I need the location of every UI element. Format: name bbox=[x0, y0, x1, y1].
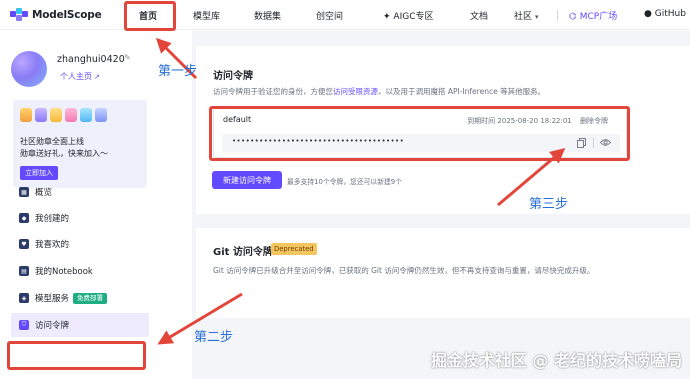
token-meta: 到期时间 2025-08-20 18:22:01 删除令牌 bbox=[467, 116, 608, 126]
shield-icon: ⛉ bbox=[19, 320, 29, 330]
token-expire-time: 到期时间 2025-08-20 18:22:01 bbox=[467, 117, 572, 125]
delete-token-link[interactable]: 删除令牌 bbox=[580, 117, 608, 125]
logo[interactable]: ModelScope bbox=[10, 8, 102, 21]
new-token-button[interactable]: 新建访问令牌 bbox=[212, 171, 282, 189]
sidebar-item-model-service[interactable]: ◈ 模型服务 免费部署 bbox=[11, 286, 149, 310]
nav-studios[interactable]: 创空间 bbox=[316, 9, 343, 22]
nav-community[interactable]: 社区 ▾ bbox=[514, 9, 539, 22]
token-name: default bbox=[223, 115, 252, 124]
external-link-icon: ↗ bbox=[94, 73, 100, 81]
sidebar-item-label: 我的Notebook bbox=[35, 267, 93, 277]
badge-icon bbox=[35, 108, 47, 122]
deprecated-badge: Deprecated bbox=[271, 243, 317, 255]
sidebar-item-notebook[interactable]: ▤ 我的Notebook bbox=[11, 259, 149, 283]
nav-aigc-label: AIGC专区 bbox=[393, 12, 434, 22]
sidebar-item-label: 模型服务 bbox=[35, 294, 70, 304]
token-limit-note: 最多支持10个令牌，您还可以新建9个 bbox=[287, 178, 402, 186]
watermark: 掘金技术社区 @ 老纪的技术唠嗑局 bbox=[430, 351, 682, 370]
step1-label: 第一步 bbox=[158, 64, 198, 79]
promo-text: 社区勋章全面上线 勋章送好礼，快来加入～ bbox=[20, 136, 108, 160]
github-icon: ● bbox=[644, 9, 652, 19]
edit-icon[interactable]: ✎ bbox=[124, 53, 131, 62]
badge-icon bbox=[50, 108, 62, 122]
desc-pre: 访问令牌用于验证您的身份，方便您 bbox=[213, 87, 333, 96]
git-token-description: Git 访问令牌已升级合并至访问令牌，已获取的 Git 访问令牌仍然生效，但不再… bbox=[213, 266, 595, 275]
nav-mcp[interactable]: ⌬ MCP广场 bbox=[569, 9, 617, 22]
nav-community-label: 社区 bbox=[514, 12, 533, 22]
sparkle-icon: ✦ bbox=[383, 12, 391, 22]
badge-icon bbox=[95, 108, 107, 122]
created-icon: ◆ bbox=[19, 213, 29, 223]
sidebar-item-created[interactable]: ◆ 我创建的 bbox=[11, 206, 149, 230]
copy-icon[interactable] bbox=[577, 138, 586, 148]
sidebar-item-label: 访问令牌 bbox=[35, 321, 70, 331]
badge-icon bbox=[20, 108, 32, 122]
sidebar-item-label: 概览 bbox=[35, 188, 53, 198]
token-masked-value: •••••••••••••••••••••••••••••••••••••• bbox=[232, 137, 405, 145]
nav-models[interactable]: 模型库 bbox=[193, 9, 220, 22]
git-token-title: Git 访问令牌 bbox=[213, 247, 273, 258]
username: zhanghui0420 bbox=[57, 54, 125, 65]
avatar[interactable] bbox=[11, 51, 47, 87]
nav-divider bbox=[557, 10, 558, 21]
desc-post: ，以及用于调用魔搭 API-Inference 等其他服务。 bbox=[378, 87, 546, 96]
tokens-description: 访问令牌用于验证您的身份，方便您访问受限资源，以及用于调用魔搭 API-Infe… bbox=[213, 86, 545, 97]
nav-home[interactable]: 首页 bbox=[139, 9, 157, 22]
eye-icon[interactable] bbox=[600, 138, 611, 147]
token-value-field[interactable]: •••••••••••••••••••••••••••••••••••••• bbox=[222, 134, 620, 152]
restricted-resources-link[interactable]: 访问受限资源 bbox=[333, 87, 378, 96]
nav-mcp-label: MCP广场 bbox=[579, 12, 618, 22]
chevron-down-icon: ▾ bbox=[535, 13, 539, 21]
sidebar-item-liked[interactable]: ♥ 我喜欢的 bbox=[11, 232, 149, 256]
step2-label: 第二步 bbox=[194, 330, 234, 345]
homepage-label: 个人主页 bbox=[60, 72, 92, 81]
badge-promo-card: 社区勋章全面上线 勋章送好礼，快来加入～ 立即加入 bbox=[13, 100, 147, 188]
field-divider bbox=[593, 138, 594, 148]
sidebar-item-label: 我喜欢的 bbox=[35, 240, 70, 250]
token-item: default 到期时间 2025-08-20 18:22:01 删除令牌 ••… bbox=[213, 108, 627, 158]
homepage-link[interactable]: 个人主页 ↗ bbox=[60, 71, 100, 82]
mcp-icon: ⌬ bbox=[569, 12, 577, 22]
modelscope-logo-icon bbox=[10, 8, 28, 21]
sidebar-item-overview[interactable]: ▦ 概览 bbox=[11, 180, 149, 204]
page-title: 访问令牌 bbox=[213, 71, 253, 82]
notebook-icon: ▤ bbox=[19, 266, 29, 276]
promo-line-2: 勋章送好礼，快来加入～ bbox=[20, 149, 108, 158]
overview-icon: ▦ bbox=[19, 187, 29, 197]
promo-line-1: 社区勋章全面上线 bbox=[20, 137, 84, 146]
nav-aigc[interactable]: ✦ AIGC专区 bbox=[383, 9, 434, 22]
badge-icon bbox=[80, 108, 92, 122]
model-service-icon: ◈ bbox=[19, 293, 29, 303]
nav-github-label: GitHub bbox=[654, 9, 686, 19]
nav-datasets[interactable]: 数据集 bbox=[254, 9, 281, 22]
join-now-button[interactable]: 立即加入 bbox=[20, 166, 58, 180]
free-deploy-tag: 免费部署 bbox=[73, 292, 108, 304]
top-navbar: ModelScope 首页 模型库 数据集 创空间 ✦ AIGC专区 文档 社区… bbox=[0, 0, 690, 30]
step3-label: 第三步 bbox=[529, 197, 569, 212]
badge-icons bbox=[20, 108, 107, 122]
nav-github[interactable]: ● GitHub bbox=[644, 9, 686, 19]
sidebar-item-label: 我创建的 bbox=[35, 214, 70, 224]
heart-icon: ♥ bbox=[19, 239, 29, 249]
nav-docs[interactable]: 文档 bbox=[470, 9, 488, 22]
logo-text: ModelScope bbox=[32, 8, 102, 21]
badge-icon bbox=[65, 108, 77, 122]
sidebar-item-access-tokens[interactable]: ⛉ 访问令牌 bbox=[11, 313, 149, 337]
